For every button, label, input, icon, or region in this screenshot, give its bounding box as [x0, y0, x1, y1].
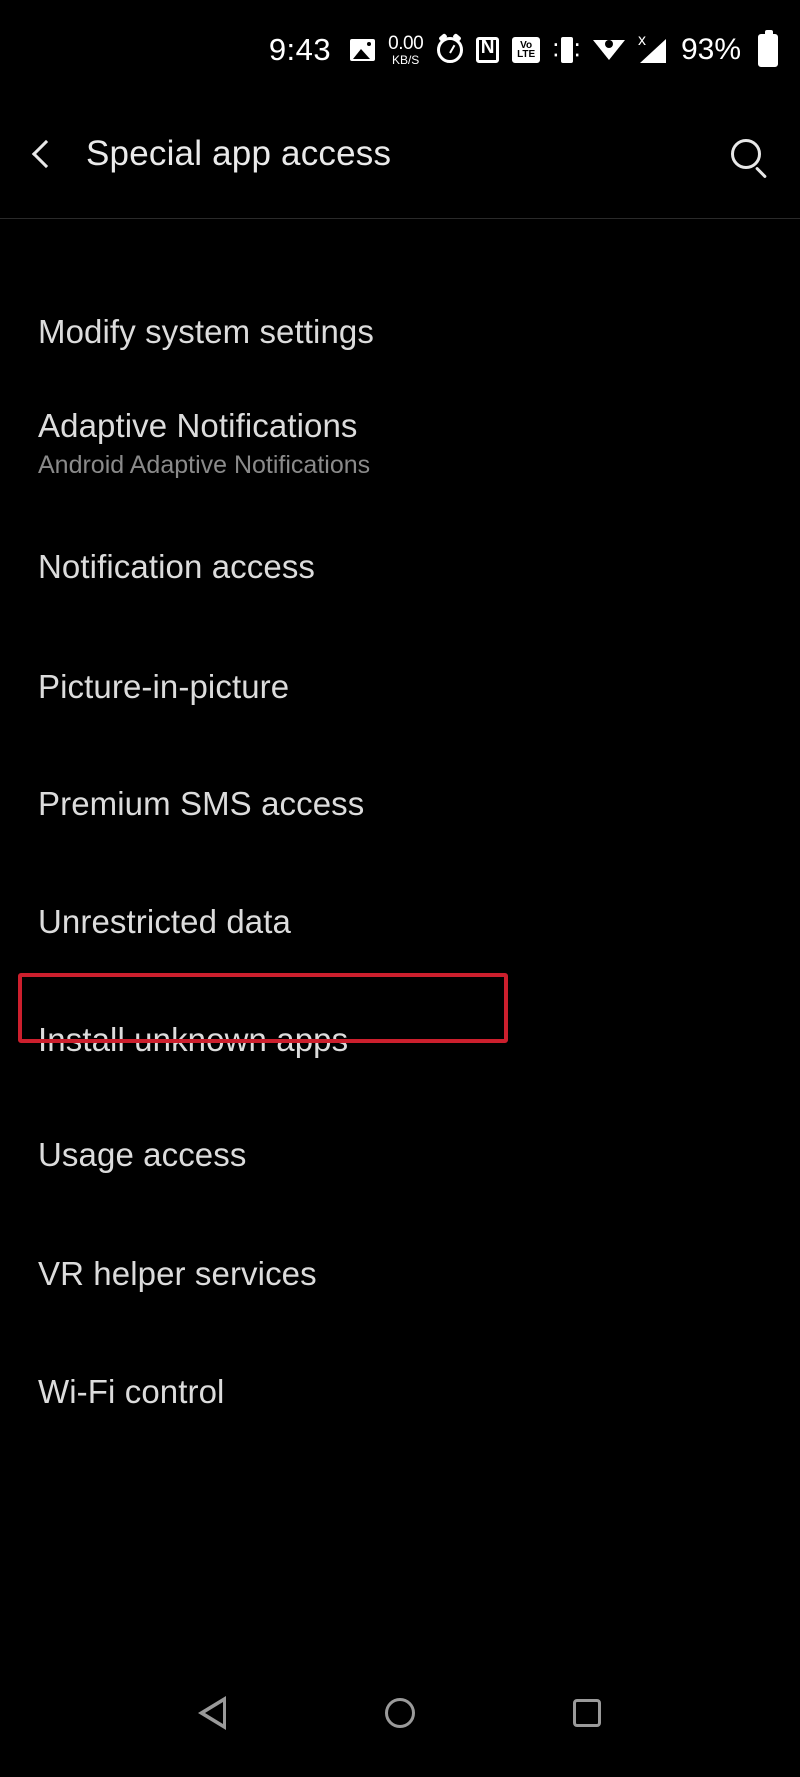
search-icon	[731, 139, 761, 169]
navigation-back-button[interactable]	[171, 1671, 255, 1755]
back-button[interactable]	[0, 108, 86, 200]
phone-screen: 9:43 0.00 KB/S Vo LTE ⁚⁚ x 93% Special a…	[0, 0, 800, 1777]
navigation-home-button[interactable]	[358, 1671, 442, 1755]
alarm-icon	[437, 37, 464, 63]
list-item[interactable]: Premium SMS access	[0, 772, 800, 836]
list-item[interactable]: VR helper services	[0, 1242, 800, 1306]
back-chevron-icon	[31, 139, 61, 169]
network-speed-unit: KB/S	[391, 53, 420, 67]
volte-icon: Vo LTE	[512, 37, 541, 63]
photo-icon	[350, 39, 376, 61]
list-item-label: Notification access	[38, 548, 316, 585]
list-item-label: Modify system settings	[38, 313, 374, 350]
battery-full-icon	[754, 29, 778, 67]
list-item-label: VR helper services	[38, 1255, 317, 1292]
battery-percentage: 93%	[680, 33, 741, 66]
network-speed-indicator: 0.00 KB/S	[388, 34, 423, 66]
list-item-sublabel: Android Adaptive Notifications	[38, 450, 371, 479]
search-button[interactable]	[700, 108, 792, 200]
list-item[interactable]: Notification access	[0, 535, 800, 599]
page-title: Special app access	[86, 134, 392, 173]
list-item-label: Usage access	[38, 1136, 247, 1173]
special-app-access-list[interactable]: Do Not Disturb access Modify system sett…	[0, 200, 800, 1650]
list-item[interactable]: Install unknown apps	[0, 1008, 800, 1072]
network-speed-value: 0.00	[388, 33, 424, 54]
wifi-icon	[592, 40, 625, 60]
list-item-partial-do-not-disturb[interactable]: Do Not Disturb access	[0, 200, 800, 220]
list-item-label: Premium SMS access	[38, 785, 365, 822]
list-item-label: Install unknown apps	[38, 1021, 349, 1058]
list-item[interactable]: Picture-in-picture	[0, 655, 800, 719]
list-divider	[0, 218, 800, 219]
list-item[interactable]: Adaptive Notifications Android Adaptive N…	[0, 400, 800, 486]
vibrate-icon: ⁚ ⁚	[553, 37, 580, 63]
navigation-back-icon	[198, 1696, 228, 1730]
list-item[interactable]: Unrestricted data	[0, 890, 800, 954]
list-item-label: Wi-Fi control	[38, 1373, 225, 1410]
system-navigation-bar	[0, 1649, 800, 1777]
status-bar: 9:43 0.00 KB/S Vo LTE ⁚⁚ x 93%	[0, 0, 800, 100]
list-item[interactable]: Modify system settings	[0, 300, 800, 364]
list-item-label: Picture-in-picture	[38, 668, 290, 705]
navigation-recents-icon	[572, 1699, 601, 1727]
nfc-icon	[476, 35, 500, 63]
list-item[interactable]: Usage access	[0, 1123, 800, 1187]
list-item-label: Adaptive Notifications	[38, 406, 358, 444]
status-bar-clock: 9:43	[268, 32, 332, 67]
list-item-label: Unrestricted data	[38, 903, 291, 940]
cellular-signal-no-service-icon: x	[638, 33, 666, 63]
volte-line-2: LTE	[517, 49, 536, 60]
list-item[interactable]: Wi-Fi control	[0, 1360, 800, 1424]
app-header: Special app access	[0, 108, 800, 200]
navigation-recents-button[interactable]	[545, 1671, 629, 1755]
navigation-home-icon	[384, 1698, 415, 1728]
